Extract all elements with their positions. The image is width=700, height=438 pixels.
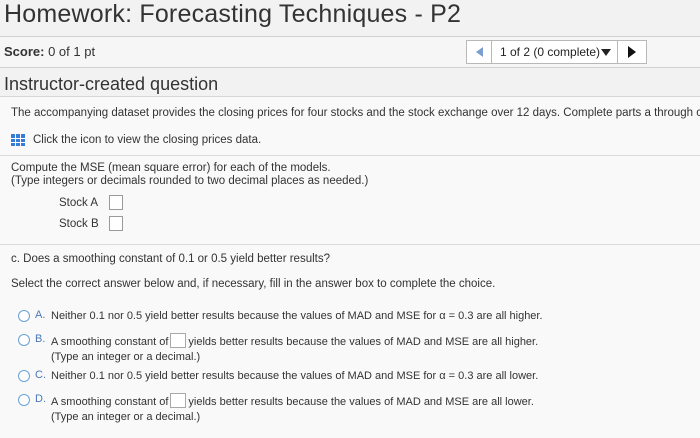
chevron-right-icon	[628, 46, 636, 58]
option-d-letter: D.	[35, 393, 46, 405]
page-title: Homework: Forecasting Techniques - P2	[4, 0, 462, 28]
option-b[interactable]: B. A smoothing constant of yields better …	[18, 333, 538, 365]
stock-b-label: Stock B	[59, 217, 99, 230]
option-d-answer-input[interactable]	[170, 393, 187, 408]
option-a[interactable]: A. Neither 0.1 nor 0.5 yield better resu…	[18, 309, 543, 324]
option-a-text: Neither 0.1 nor 0.5 yield better results…	[51, 310, 543, 322]
option-a-letter: A.	[35, 309, 46, 321]
option-c-text: Neither 0.1 nor 0.5 yield better results…	[51, 370, 539, 382]
dropdown-arrow-icon	[601, 48, 611, 56]
question-intro: The accompanying dataset provides the cl…	[11, 107, 700, 119]
question-select[interactable]: 1 of 2 (0 complete)	[492, 41, 618, 63]
divider	[0, 155, 700, 156]
mse-prompt-line2: (Type integers or decimals rounded to tw…	[11, 175, 369, 187]
option-d-text-before: A smoothing constant of	[51, 396, 169, 408]
option-c-letter: C.	[35, 369, 46, 381]
score-bar: Score: 0 of 1 pt 1 of 2 (0 complete)	[0, 36, 700, 68]
mse-prompt-line1: Compute the MSE (mean square error) for …	[11, 162, 331, 174]
stock-b-row: Stock B	[59, 216, 123, 231]
option-c-radio[interactable]	[18, 370, 30, 382]
previous-question-button[interactable]	[467, 41, 492, 63]
question-select-value: 1 of 2 (0 complete)	[500, 45, 601, 59]
option-c[interactable]: C. Neither 0.1 nor 0.5 yield better resu…	[18, 369, 538, 384]
option-d[interactable]: D. A smoothing constant of yields better …	[18, 393, 534, 425]
option-a-radio[interactable]	[18, 310, 30, 322]
option-d-text: A smoothing constant of yields better res…	[51, 393, 534, 425]
divider	[0, 244, 700, 245]
stock-b-input[interactable]	[109, 216, 123, 231]
stock-a-label: Stock A	[59, 196, 98, 209]
question-navigator: 1 of 2 (0 complete)	[466, 40, 647, 64]
score-value: 0 of 1 pt	[48, 44, 96, 59]
part-c-question: c. Does a smoothing constant of 0.1 or 0…	[11, 253, 330, 265]
mse-prompt: Compute the MSE (mean square error) for …	[11, 162, 368, 188]
option-b-hint: (Type an integer or a decimal.)	[51, 351, 201, 363]
data-table-icon[interactable]	[11, 134, 25, 146]
option-d-hint: (Type an integer or a decimal.)	[51, 411, 201, 423]
score: Score: 0 of 1 pt	[4, 44, 95, 59]
part-c-instruction: Select the correct answer below and, if …	[11, 278, 496, 290]
stock-a-input[interactable]	[109, 195, 123, 210]
stock-a-row: Stock A	[59, 195, 123, 210]
next-question-button[interactable]	[618, 41, 646, 63]
score-label: Score:	[4, 44, 45, 59]
option-b-text-after: yields better results because the values…	[188, 336, 539, 348]
chevron-left-icon	[475, 47, 483, 57]
option-b-radio[interactable]	[18, 334, 30, 346]
question-content: The accompanying dataset provides the cl…	[0, 96, 700, 438]
option-d-radio[interactable]	[18, 394, 30, 406]
option-b-letter: B.	[35, 333, 46, 345]
option-b-answer-input[interactable]	[170, 333, 187, 348]
view-data-link[interactable]: Click the icon to view the closing price…	[11, 134, 261, 146]
option-d-text-after: yields better results because the values…	[188, 396, 534, 408]
option-b-text: A smoothing constant of yields better res…	[51, 333, 538, 365]
section-heading: Instructor-created question	[4, 74, 219, 94]
option-b-text-before: A smoothing constant of	[51, 336, 169, 348]
view-data-link-text[interactable]: Click the icon to view the closing price…	[33, 134, 261, 146]
